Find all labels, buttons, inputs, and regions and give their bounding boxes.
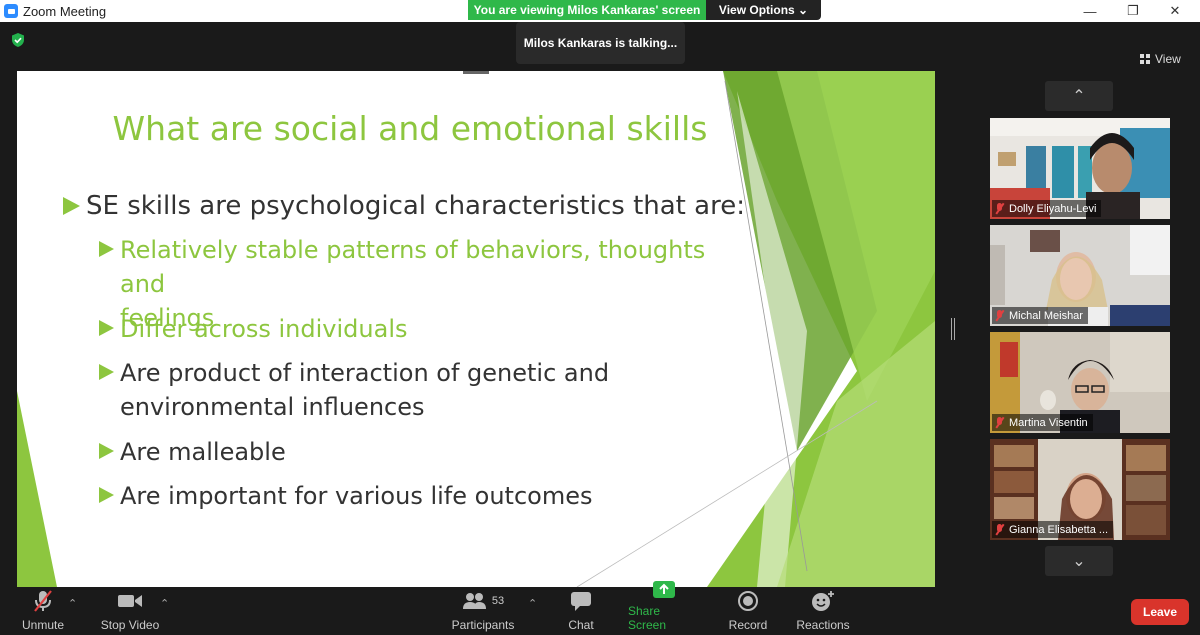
stop-video-label: Stop Video — [100, 618, 160, 632]
chevron-up-icon: ⌃ — [1072, 88, 1086, 105]
participant-name-label: Michal Meishar — [992, 307, 1088, 324]
slide-main-bullet: SE skills are psychological characterist… — [63, 191, 745, 221]
chat-button[interactable]: Chat — [561, 587, 601, 635]
video-tile[interactable]: Gianna Elisabetta ... — [990, 439, 1170, 540]
video-tile[interactable]: Martina Visentin — [990, 332, 1170, 433]
participant-name-label: Martina Visentin — [992, 414, 1093, 431]
bullet-arrow-icon — [99, 241, 114, 257]
reactions-button[interactable]: Reactions — [794, 587, 852, 635]
encryption-shield-icon[interactable] — [10, 32, 26, 48]
sub-bullet: Are malleable — [99, 435, 739, 469]
sub-bullet: Are product of interaction of genetic an… — [99, 356, 739, 424]
sub-bullet-line: Are important for various life outcomes — [120, 482, 593, 510]
participant-name: Martina Visentin — [1009, 416, 1088, 429]
close-icon[interactable]: ✕ — [1155, 0, 1195, 22]
slide-title: What are social and emotional skills — [112, 109, 708, 148]
video-options-caret-icon[interactable]: ⌃ — [160, 597, 169, 610]
participant-name: Michal Meishar — [1009, 309, 1083, 322]
participants-options-caret-icon[interactable]: ⌃ — [528, 597, 537, 610]
view-button[interactable]: View — [1140, 52, 1181, 66]
sub-bullet: Are important for various life outcomes — [99, 479, 739, 513]
audio-options-caret-icon[interactable]: ⌃ — [68, 597, 77, 610]
panel-resize-handle[interactable] — [951, 318, 955, 340]
participant-name-label: Dolly Eliyahu-Levi — [992, 200, 1102, 217]
restore-icon[interactable]: ❐ — [1113, 0, 1153, 22]
muted-microphone-icon — [32, 588, 54, 614]
muted-mic-icon — [995, 524, 1004, 535]
zoom-app-icon — [4, 4, 18, 18]
record-button[interactable]: Record — [724, 587, 772, 635]
reactions-label: Reactions — [796, 618, 850, 632]
grid-view-icon — [1140, 54, 1150, 64]
shared-slide: What are social and emotional skills SE … — [17, 71, 935, 587]
muted-mic-icon — [995, 310, 1004, 321]
participant-name: Gianna Elisabetta ... — [1009, 523, 1109, 536]
sub-bullet-line: Are product of interaction of genetic an… — [120, 359, 610, 387]
bullet-arrow-icon — [99, 364, 114, 380]
share-screen-button[interactable]: Share Screen — [628, 581, 700, 635]
screen-share-banner: You are viewing Milos Kankaras' screen — [468, 0, 706, 20]
gallery-scroll-up-button[interactable]: ⌃ — [1045, 81, 1113, 111]
share-drag-handle[interactable] — [463, 71, 489, 74]
participant-name: Dolly Eliyahu-Levi — [1009, 202, 1097, 215]
sub-bullet-line: Relatively stable patterns of behaviors,… — [120, 236, 706, 298]
participants-count: 53 — [491, 595, 505, 607]
participants-icon: 53 — [462, 588, 504, 614]
record-label: Record — [728, 618, 768, 632]
main-bullet-text: SE skills are psychological characterist… — [86, 191, 745, 221]
view-options-button[interactable]: View Options ⌄ — [706, 0, 821, 20]
meeting-toolbar: Unmute ⌃ Stop Video ⌃ 53 Participants ⌃ … — [0, 581, 1200, 635]
sub-bullet-line: environmental influences — [120, 393, 425, 421]
video-tile[interactable]: Dolly Eliyahu-Levi — [990, 118, 1170, 219]
chat-bubble-icon — [570, 588, 592, 614]
window-title: Zoom Meeting — [23, 3, 107, 19]
unmute-button[interactable]: Unmute — [18, 587, 68, 635]
video-tile[interactable]: Michal Meishar — [990, 225, 1170, 326]
sub-bullet-line: Differ across individuals — [120, 315, 408, 343]
stop-video-button[interactable]: Stop Video — [98, 587, 162, 635]
sub-bullet-line: Are malleable — [120, 438, 286, 466]
unmute-label: Unmute — [21, 618, 65, 632]
share-screen-label: Share Screen — [628, 604, 667, 632]
bullet-arrow-icon — [99, 320, 114, 336]
minimize-icon[interactable]: — — [1070, 0, 1110, 22]
chevron-down-icon: ⌄ — [1072, 553, 1086, 570]
bullet-arrow-icon — [99, 487, 114, 503]
share-screen-icon — [652, 580, 676, 600]
reactions-smiley-icon — [811, 588, 835, 614]
leave-meeting-button[interactable]: Leave — [1131, 599, 1189, 625]
active-speaker-indicator: Milos Kankaras is talking... — [516, 22, 685, 64]
chat-label: Chat — [568, 618, 594, 632]
participant-name-label: Gianna Elisabetta ... — [992, 521, 1114, 538]
sub-bullet: Differ across individuals — [99, 312, 739, 346]
muted-mic-icon — [995, 417, 1004, 428]
view-button-label: View — [1155, 52, 1181, 66]
bullet-arrow-icon — [63, 197, 80, 215]
muted-mic-icon — [995, 203, 1004, 214]
gallery-scroll-down-button[interactable]: ⌄ — [1045, 546, 1113, 576]
participants-button[interactable]: 53 Participants — [448, 587, 518, 635]
participants-label: Participants — [451, 618, 515, 632]
video-camera-icon — [117, 588, 143, 614]
bullet-arrow-icon — [99, 443, 114, 459]
record-icon — [737, 588, 759, 614]
